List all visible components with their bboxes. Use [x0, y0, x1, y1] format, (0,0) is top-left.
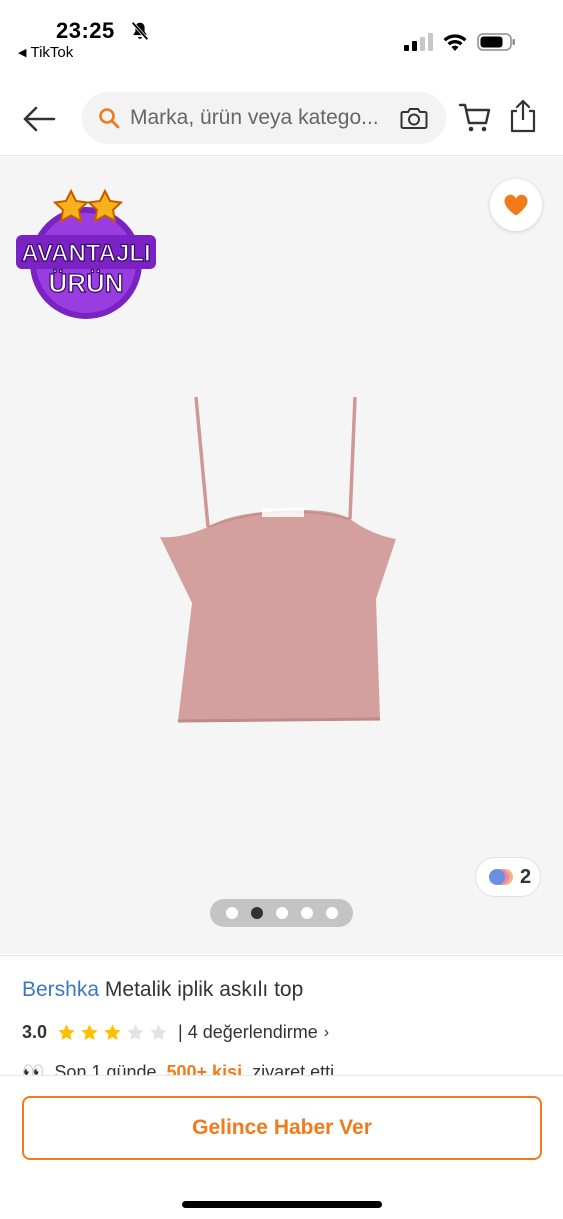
badge-line1: AVANTAJLI — [21, 240, 150, 267]
badge-line2: ÜRÜN — [48, 268, 123, 298]
chevron-right-icon: › — [323, 1023, 330, 1041]
pagination-dot[interactable] — [325, 907, 338, 919]
rating-stars — [57, 1023, 168, 1042]
star-filled-icon — [58, 1024, 75, 1041]
battery-icon — [477, 33, 515, 51]
product-title: Bershka Metalik iplik askılı top — [22, 978, 303, 1002]
notify-when-available-button[interactable]: Gelince Haber Ver — [22, 1096, 542, 1160]
pagination-dot[interactable] — [275, 907, 288, 919]
search-icon — [99, 108, 120, 129]
color-count: 2 — [520, 865, 532, 888]
product-image[interactable] — [150, 389, 406, 729]
back-triangle-icon: ◀ — [18, 47, 27, 59]
review-count-link[interactable]: | 4 değerlendirme — [178, 1022, 318, 1043]
search-input[interactable]: Marka, ürün veya katego... — [82, 92, 446, 144]
search-placeholder: Marka, ürün veya katego... — [130, 106, 379, 129]
status-bar: 23:25 ◀ TikTok — [0, 0, 563, 70]
camera-icon[interactable] — [400, 105, 428, 131]
rating-value: 3.0 — [22, 1022, 48, 1042]
wifi-icon — [443, 34, 467, 51]
visitor-info: 👀 Son 1 günde 500+ kişi ziyaret etti — [22, 1062, 334, 1075]
star-empty-icon — [150, 1024, 167, 1041]
cellular-signal-icon — [404, 33, 433, 51]
back-to-app-link[interactable]: ◀ TikTok — [18, 44, 73, 61]
back-app-label: TikTok — [30, 44, 74, 61]
top-navigation: Marka, ürün veya katego... — [0, 82, 563, 156]
product-info: Bershka Metalik iplik askılı top 3.0 | 4… — [0, 955, 563, 1075]
star-filled-icon — [81, 1024, 98, 1041]
back-arrow-icon[interactable] — [20, 100, 58, 138]
color-swatch-icon — [489, 869, 513, 885]
home-indicator[interactable] — [182, 1201, 382, 1208]
advantage-product-badge: AVANTAJLI ÜRÜN — [16, 188, 156, 319]
visit-highlight: 500+ kişi — [166, 1062, 243, 1075]
status-time: 23:25 — [56, 18, 115, 43]
share-icon[interactable] — [508, 98, 538, 134]
product-name: Metalik iplik askılı top — [104, 978, 304, 1001]
brand-link[interactable]: Bershka — [22, 978, 99, 1001]
pagination-dot-active[interactable] — [250, 907, 263, 919]
cart-icon[interactable] — [458, 100, 492, 134]
pagination-dot[interactable] — [225, 907, 238, 919]
product-gallery[interactable]: AVANTAJLI ÜRÜN 2 — [0, 157, 563, 954]
favorite-button[interactable] — [490, 179, 542, 231]
star-empty-icon — [127, 1024, 144, 1041]
rating-row[interactable]: 3.0 | 4 değerlendirme › — [22, 1022, 329, 1043]
image-pagination[interactable] — [210, 899, 353, 927]
star-filled-icon — [104, 1024, 121, 1041]
visit-suffix: ziyaret etti — [252, 1062, 335, 1075]
pagination-dot[interactable] — [300, 907, 313, 919]
bottom-action-bar: Gelince Haber Ver — [0, 1075, 563, 1219]
eyes-icon: 👀 — [22, 1062, 45, 1075]
heart-icon — [504, 194, 528, 216]
bell-slash-icon — [131, 21, 149, 41]
visit-prefix: Son 1 günde — [54, 1062, 157, 1075]
color-options-button[interactable]: 2 — [475, 857, 541, 897]
